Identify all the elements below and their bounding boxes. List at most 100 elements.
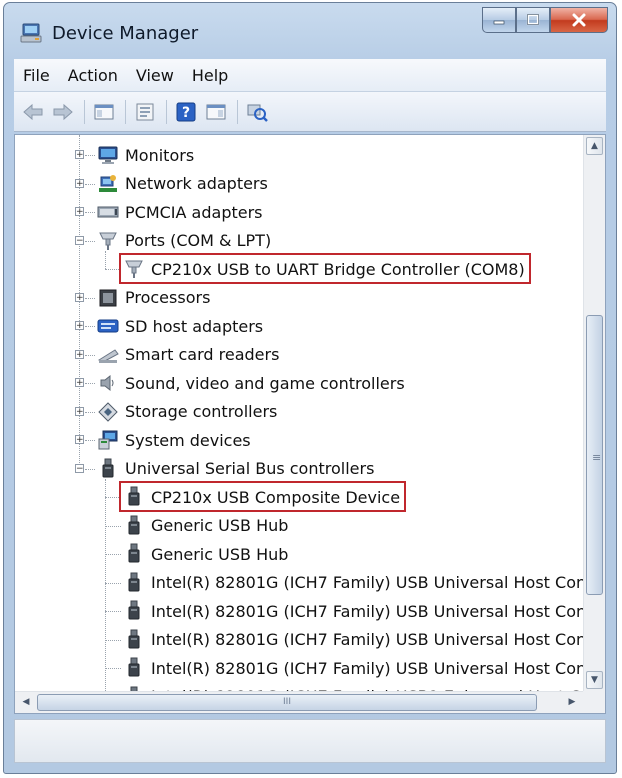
tree-category-row[interactable]: Monitors [97,141,194,169]
maximize-button[interactable] [516,7,550,33]
expand-toggle-icon[interactable]: + [75,321,84,331]
tree-item-label: Intel(R) 82801G (ICH7 Family) USB Univer… [151,601,583,621]
expand-toggle-icon[interactable]: + [75,349,84,359]
tree-connector-line [85,411,95,413]
show-action-pane-button[interactable] [203,99,229,125]
tree-category-row[interactable]: Ports (COM & LPT) [97,227,271,255]
expand-toggle-icon[interactable]: + [75,207,84,217]
tree-connector-line [85,326,95,327]
tree-item-label: Generic USB Hub [151,544,289,564]
menu-view[interactable]: View [127,66,183,85]
status-bar [14,719,606,763]
tree-category-row[interactable]: PCMCIA adapters [97,198,263,226]
tree-connector-line [85,240,95,242]
usb-plug-icon [97,458,119,480]
tree-category-row[interactable]: Network adapters [97,170,268,198]
back-arrow-icon [23,103,43,120]
menu-file[interactable]: File [14,66,59,85]
tree-connector-line [105,250,106,269]
expand-toggle-icon[interactable]: + [75,292,84,302]
tree-category-row[interactable]: Sound, video and game controllers [97,369,405,397]
toolbar-separator [125,99,126,124]
show-hide-console-tree-button[interactable] [91,99,117,125]
menu-action[interactable]: Action [59,66,127,85]
tree-device-row[interactable]: Intel(R) 82801G (ICH7 Family) USB2 Enhan… [123,683,583,691]
tree-connector-line [105,639,121,641]
tree-category-row[interactable]: Storage controllers [97,398,277,426]
scrollbar-corner [583,691,605,713]
tree-connector-line [85,383,95,384]
collapse-toggle-icon[interactable]: − [75,235,84,245]
expand-toggle-icon[interactable]: + [75,378,84,388]
device-tree[interactable]: Monitors + Network adapters + PCMCIA adapter… [15,135,583,691]
properties-button[interactable] [132,99,158,125]
tree-item-label: Storage controllers [125,402,278,421]
tree-item-label: Processors [125,288,211,307]
horizontal-scrollbar[interactable]: ◀ III ▶ [15,691,583,713]
tree-category-row[interactable]: Processors [97,284,210,312]
tree-device-row[interactable]: Intel(R) 82801G (ICH7 Family) USB Univer… [123,654,583,682]
tree-item-label: Universal Serial Bus controllers [125,459,375,478]
toolbar: ? [14,92,606,132]
tree-item-label: PCMCIA adapters [125,202,263,222]
vertical-scrollbar[interactable]: ▲ ≡ ▼ [583,135,605,691]
back-button[interactable] [20,99,46,125]
close-button[interactable] [550,7,608,33]
tree-connector-line [85,354,95,356]
sd-card-icon [97,315,119,337]
smart-card-reader-icon [97,344,119,366]
tree-category-row[interactable]: Universal Serial Bus controllers [97,455,374,483]
help-button[interactable]: ? [173,99,199,125]
help-icon: ? [176,102,196,121]
tree-connector-line [105,668,121,669]
collapse-toggle-icon[interactable]: − [75,463,84,473]
processor-icon [97,287,119,309]
device-manager-window: Device Manager File Action View Help ? M… [3,2,617,774]
tree-category-row[interactable]: Smart card readers [97,341,279,369]
svg-text:?: ? [182,105,190,121]
port-icon [97,230,119,252]
expand-toggle-icon[interactable]: + [75,150,84,160]
horizontal-scroll-grip: III [283,697,291,707]
tree-category-row[interactable]: System devices [97,426,251,454]
expand-toggle-icon[interactable]: + [75,435,84,445]
usb-plug-icon [123,572,145,594]
title-bar[interactable]: Device Manager [4,3,616,55]
scroll-up-arrow-icon[interactable]: ▲ [586,137,603,155]
expand-toggle-icon[interactable]: + [75,178,84,188]
tree-device-row[interactable]: Generic USB Hub [123,540,288,568]
scan-hardware-changes-button[interactable] [244,99,270,125]
window-controls [482,7,608,35]
toolbar-separator [237,99,238,124]
menu-help[interactable]: Help [183,66,237,85]
tree-item-label: Smart card readers [125,345,280,364]
vertical-scroll-thumb[interactable]: ≡ [586,315,603,595]
scroll-left-arrow-icon[interactable]: ◀ [17,694,35,711]
tree-device-row[interactable]: Intel(R) 82801G (ICH7 Family) USB Univer… [123,626,583,654]
tree-connector-line [85,440,95,441]
speaker-icon [97,372,119,394]
scroll-grip-icon: ≡ [592,451,602,464]
network-adapter-icon [97,173,119,195]
horizontal-scroll-thumb[interactable]: III [37,694,537,711]
forward-button[interactable] [50,99,76,125]
tree-item-label: Ports (COM & LPT) [125,231,272,250]
scroll-down-arrow-icon[interactable]: ▼ [586,671,603,689]
tree-connector-line [105,582,121,584]
device-tree-pane: Monitors + Network adapters + PCMCIA adapter… [14,134,606,714]
highlight-box [119,253,531,284]
expand-toggle-icon[interactable]: + [75,406,84,416]
tree-item-label: Monitors [125,145,195,165]
tree-device-row[interactable]: Generic USB Hub [123,512,288,540]
tree-category-row[interactable]: SD host adapters [97,312,263,340]
minimize-button[interactable] [482,7,516,33]
tree-connector-line [105,611,121,612]
monitor-icon [97,144,119,166]
scroll-right-arrow-icon[interactable]: ▶ [563,694,581,711]
toolbar-separator [166,99,167,124]
toolbar-separator [84,99,85,124]
tree-device-row[interactable]: Intel(R) 82801G (ICH7 Family) USB Univer… [123,597,583,625]
tree-device-row[interactable]: Intel(R) 82801G (ICH7 Family) USB Univer… [123,569,583,597]
tree-item-label: Intel(R) 82801G (ICH7 Family) USB Univer… [151,573,583,592]
tree-item-label: Intel(R) 82801G (ICH7 Family) USB Univer… [151,630,583,649]
